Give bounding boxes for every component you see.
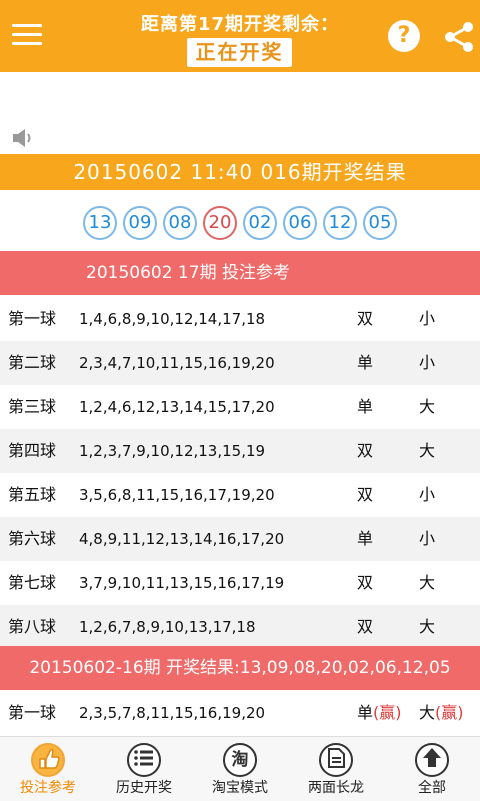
suggested-numbers: 1,4,6,8,9,10,12,14,17,18 (79, 310, 266, 328)
win-mark: (赢) (435, 703, 464, 722)
ball-position-label: 第五球 (8, 485, 57, 504)
top-bar: 距离第17期开奖剩余： 正在开奖 ? (0, 0, 480, 72)
table-row: 第二球 2,3,4,7,10,11,15,16,19,20 单 小 (0, 341, 480, 385)
result-ball: 09 (123, 206, 157, 240)
ball-position-label: 第一球 (8, 703, 57, 722)
suggested-numbers: 3,5,6,8,11,15,16,17,19,20 (79, 486, 275, 504)
big-small: 小 (419, 353, 436, 372)
nav-item[interactable]: 两面长龙 (288, 737, 384, 801)
table-row: 第一球 1,4,6,8,9,10,12,14,17,18 双 小 (0, 297, 480, 341)
nav-label: 淘宝模式 (212, 780, 268, 796)
speaker-icon[interactable] (12, 128, 36, 148)
nav-label: 两面长龙 (308, 780, 364, 796)
draw-status: 正在开奖 (187, 38, 292, 67)
suggested-numbers: 4,8,9,11,12,13,14,16,17,20 (79, 530, 285, 548)
ball-position-label: 第二球 (8, 353, 57, 372)
reference-title-text: 20150602 17期 投注参考 (86, 263, 290, 283)
big-small: 大 (419, 617, 436, 636)
latest-result-title: 20150602 11:40 016期开奖结果 (0, 154, 480, 190)
nav-label: 历史开奖 (116, 780, 172, 796)
odd-even: 双 (357, 617, 374, 636)
nav-item[interactable]: 历史开奖 (96, 737, 192, 801)
big-small: 小 (419, 529, 436, 548)
odd-even: 单 (357, 529, 374, 548)
help-icon[interactable]: ? (388, 20, 420, 52)
suggested-numbers: 1,2,4,6,12,13,14,15,17,20 (79, 398, 275, 416)
big-small: 小 (419, 485, 436, 504)
table-row: 第七球 3,7,9,10,11,13,15,16,17,19 双 大 (0, 561, 480, 605)
ball-position-label: 第六球 (8, 529, 57, 548)
ball-position-label: 第一球 (8, 309, 57, 328)
odd-even: 双 (357, 441, 374, 460)
nav-item[interactable]: 淘淘宝模式 (192, 737, 288, 801)
odd-even: 单(赢) (357, 703, 402, 722)
suggested-numbers: 3,7,9,10,11,13,15,16,17,19 (79, 574, 285, 592)
suggested-numbers: 1,2,3,7,9,10,12,13,15,19 (79, 442, 266, 460)
table-row: 第一球 2,3,5,7,8,11,15,16,19,20 单(赢) 大(赢) (0, 691, 480, 735)
table-row: 第六球 4,8,9,11,12,13,14,16,17,20 单 小 (0, 517, 480, 561)
nav-label: 全部 (418, 780, 446, 796)
big-small: 大 (419, 397, 436, 416)
table-row: 第四球 1,2,3,7,9,10,12,13,15,19 双 大 (0, 429, 480, 473)
result-ball: 20 (203, 206, 237, 240)
odd-even: 单 (357, 397, 374, 416)
result-ball: 13 (83, 206, 117, 240)
table-row: 第八球 1,2,6,7,8,9,10,13,17,18 双 大 (0, 605, 480, 649)
bottom-nav: 投注参考 历史开奖淘淘宝模式 两面长龙 全部 (0, 736, 480, 801)
result-ball: 06 (283, 206, 317, 240)
win-mark: (赢) (373, 703, 402, 722)
suggested-numbers: 2,3,5,7,8,11,15,16,19,20 (79, 704, 266, 722)
big-small: 大 (419, 441, 436, 460)
reference-title: 20150602 17期 投注参考 (0, 251, 480, 295)
share-icon[interactable] (442, 20, 476, 54)
ball-position-label: 第八球 (8, 617, 57, 636)
odd-even: 单 (357, 353, 374, 372)
table-row: 第三球 1,2,4,6,12,13,14,15,17,20 单 大 (0, 385, 480, 429)
taobao-icon: 淘 (231, 750, 249, 770)
result-balls: 13 09 08 20 02 06 12 05 (0, 206, 480, 242)
odd-even: 双 (357, 485, 374, 504)
previous-result-title: 20150602-16期 开奖结果:13,09,08,20,02,06,12,0… (0, 646, 480, 690)
nav-item[interactable]: 投注参考 (0, 737, 96, 801)
result-ball: 12 (323, 206, 357, 240)
ball-position-label: 第三球 (8, 397, 57, 416)
odd-even: 双 (357, 309, 374, 328)
suggested-numbers: 2,3,4,7,10,11,15,16,19,20 (79, 354, 275, 372)
ball-position-label: 第七球 (8, 573, 57, 592)
ball-position-label: 第四球 (8, 441, 57, 460)
big-small: 小 (419, 309, 436, 328)
odd-even: 双 (357, 573, 374, 592)
result-ball: 05 (363, 206, 397, 240)
big-small: 大(赢) (419, 703, 464, 722)
suggested-numbers: 1,2,6,7,8,9,10,13,17,18 (79, 618, 256, 636)
result-ball: 08 (163, 206, 197, 240)
previous-result-text: 20150602-16期 开奖结果:13,09,08,20,02,06,12,0… (29, 658, 451, 678)
nav-item[interactable]: 全部 (384, 737, 480, 801)
nav-label: 投注参考 (20, 780, 76, 796)
big-small: 大 (419, 573, 436, 592)
table-row: 第五球 3,5,6,8,11,15,16,17,19,20 双 小 (0, 473, 480, 517)
result-ball: 02 (243, 206, 277, 240)
